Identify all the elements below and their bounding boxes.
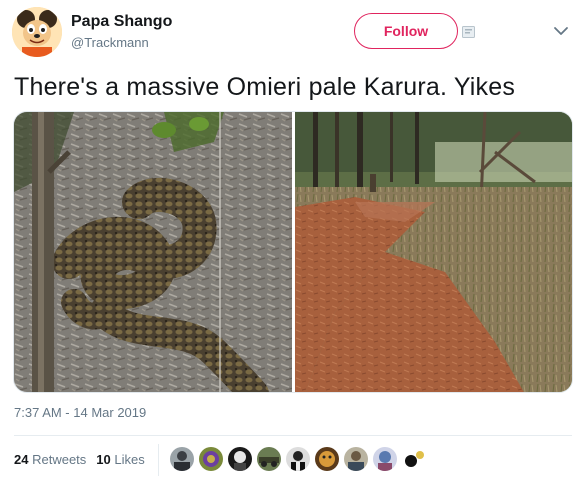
likes-stat[interactable]: 10 Likes bbox=[96, 452, 144, 467]
chevron-down-icon[interactable] bbox=[553, 24, 569, 36]
liker-avatar[interactable] bbox=[257, 447, 281, 471]
liker-avatar[interactable] bbox=[228, 447, 252, 471]
follow-widget-icon bbox=[462, 25, 475, 38]
display-name[interactable]: Papa Shango bbox=[71, 13, 172, 31]
follow-button[interactable]: Follow bbox=[354, 13, 458, 49]
likes-label: Likes bbox=[114, 452, 145, 467]
liker-avatar[interactable] bbox=[199, 447, 223, 471]
liker-avatar[interactable] bbox=[170, 447, 194, 471]
photo-python[interactable] bbox=[14, 112, 292, 392]
liker-avatar[interactable] bbox=[344, 447, 368, 471]
liker-avatar[interactable] bbox=[402, 447, 426, 471]
photo-forest-path[interactable] bbox=[295, 112, 572, 392]
divider bbox=[14, 435, 572, 436]
liker-avatar[interactable] bbox=[373, 447, 397, 471]
liker-avatar[interactable] bbox=[286, 447, 310, 471]
retweets-count: 24 bbox=[14, 452, 29, 467]
media-grid[interactable] bbox=[13, 111, 573, 393]
tweet-stats: 24 Retweets 10 Likes bbox=[14, 452, 145, 467]
stats-divider bbox=[158, 444, 159, 476]
retweets-stat[interactable]: 24 Retweets bbox=[14, 452, 86, 467]
likes-count: 10 bbox=[96, 452, 111, 467]
tweet-text: There's a massive Omieri pale Karura. Yi… bbox=[14, 73, 516, 101]
liker-avatar[interactable] bbox=[315, 447, 339, 471]
user-handle[interactable]: @Trackmann bbox=[71, 35, 149, 50]
avatar[interactable] bbox=[12, 7, 62, 57]
tweet-card: Papa Shango @Trackmann Follow There's a … bbox=[0, 0, 580, 483]
retweets-label: Retweets bbox=[32, 452, 87, 467]
tweet-timestamp[interactable]: 7:37 AM - 14 Mar 2019 bbox=[14, 405, 146, 420]
